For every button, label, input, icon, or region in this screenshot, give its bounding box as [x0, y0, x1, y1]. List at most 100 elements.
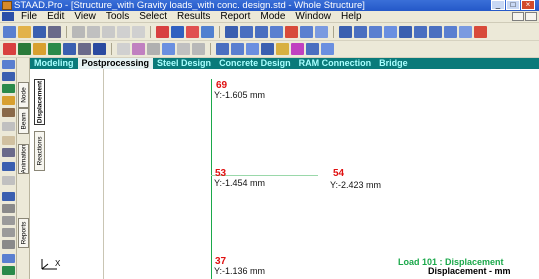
menu-view[interactable]: View [74, 11, 96, 22]
view-icon[interactable] [354, 25, 367, 38]
label-icon[interactable] [216, 43, 229, 55]
table-icon[interactable] [2, 204, 15, 213]
tab-beam[interactable]: Beam [18, 108, 29, 134]
animation-icon[interactable] [246, 43, 259, 55]
fit-icon[interactable] [399, 25, 412, 38]
force-icon[interactable] [177, 43, 190, 55]
beam-member[interactable] [211, 175, 318, 176]
tab-steel-design[interactable]: Steel Design [153, 58, 215, 69]
document-icon[interactable] [2, 12, 14, 21]
tab-ram-connection[interactable]: RAM Connection [295, 58, 376, 69]
refresh-icon[interactable] [306, 43, 319, 55]
section-icon[interactable] [147, 43, 160, 55]
undo-icon[interactable] [117, 25, 130, 38]
iso-view-icon[interactable] [459, 25, 472, 38]
copy-icon[interactable] [87, 25, 100, 38]
query-icon[interactable] [186, 25, 199, 38]
render-icon[interactable] [369, 25, 382, 38]
mdi-close-button[interactable] [525, 12, 537, 21]
menu-edit[interactable]: Edit [47, 11, 64, 22]
page-icon[interactable] [2, 60, 15, 69]
mdi-minimize-button[interactable] [512, 12, 524, 21]
tab-reactions[interactable]: Reactions [34, 131, 45, 171]
maximize-button[interactable]: □ [506, 0, 520, 10]
more-icon[interactable] [474, 25, 487, 38]
paste-icon[interactable] [102, 25, 115, 38]
window-controls: _ □ × [491, 0, 535, 11]
node-cursor-icon[interactable] [18, 43, 31, 55]
surface-cursor-icon[interactable] [63, 43, 76, 55]
zoom-extents-icon[interactable] [270, 25, 283, 38]
design-icon[interactable] [2, 162, 15, 171]
magnify-icon[interactable] [156, 25, 169, 38]
menu-report[interactable]: Report [220, 11, 250, 22]
cut-icon[interactable] [72, 25, 85, 38]
analysis-icon[interactable] [2, 148, 15, 157]
tab-modeling[interactable]: Modeling [30, 58, 78, 69]
solid-cursor-icon[interactable] [48, 43, 61, 55]
list-icon[interactable] [2, 216, 15, 225]
tab-concrete-design[interactable]: Concrete Design [215, 58, 295, 69]
spec-icon[interactable] [2, 108, 15, 117]
menu-results[interactable]: Results [177, 11, 210, 22]
selection-icon[interactable] [93, 43, 106, 55]
output-icon[interactable] [2, 176, 15, 185]
support-icon[interactable] [2, 122, 15, 131]
redo-icon[interactable] [132, 25, 145, 38]
display-icon[interactable] [315, 25, 328, 38]
plot-icon[interactable] [261, 43, 274, 55]
member-query-icon[interactable] [192, 43, 205, 55]
minimize-button[interactable]: _ [491, 0, 505, 10]
menu-help[interactable]: Help [341, 11, 362, 22]
dynamic-zoom-icon[interactable] [300, 25, 313, 38]
structure-icon[interactable] [171, 25, 184, 38]
menu-window[interactable]: Window [295, 11, 331, 22]
pan-icon[interactable] [285, 25, 298, 38]
plate-cursor-icon[interactable] [33, 43, 46, 55]
zoom-in-icon[interactable] [240, 25, 253, 38]
geometry-cursor-icon[interactable] [78, 43, 91, 55]
scale-icon[interactable] [231, 43, 244, 55]
extra-icon[interactable] [321, 43, 334, 55]
menu-select[interactable]: Select [139, 11, 167, 22]
menu-tools[interactable]: Tools [106, 11, 129, 22]
rotate-icon[interactable] [384, 25, 397, 38]
geometry-icon[interactable] [2, 84, 15, 93]
zoom-out-icon[interactable] [255, 25, 268, 38]
beam-cursor-icon[interactable] [3, 43, 16, 55]
result-view-icon[interactable] [2, 266, 15, 275]
tab-postprocessing[interactable]: Postprocessing [77, 58, 154, 69]
setup-icon[interactable] [2, 72, 15, 81]
results-table-icon[interactable] [117, 43, 130, 55]
open-folder-icon[interactable] [18, 25, 31, 38]
zoom-window-icon[interactable] [225, 25, 238, 38]
menu-mode[interactable]: Mode [260, 11, 285, 22]
help-icon[interactable] [201, 25, 214, 38]
front-view-icon[interactable] [414, 25, 427, 38]
print-icon[interactable] [48, 25, 61, 38]
grid-icon[interactable] [2, 228, 15, 237]
tab-displacement[interactable]: Displacement [34, 79, 45, 125]
tab-reports[interactable]: Reports [18, 218, 29, 248]
structure-view-canvas[interactable]: 69 Y:-1.605 mm 53 Y:-1.454 mm 54 Y:-2.42… [104, 69, 539, 279]
menu-file[interactable]: File [21, 11, 37, 22]
close-button[interactable]: × [521, 0, 535, 10]
stress-icon[interactable] [162, 43, 175, 55]
report-icon[interactable] [276, 43, 289, 55]
view-list-icon[interactable] [2, 254, 15, 263]
window-icon[interactable] [339, 25, 352, 38]
tab-animation[interactable]: Animation [18, 144, 29, 174]
tab-bridge[interactable]: Bridge [375, 58, 412, 69]
deflection-icon[interactable] [132, 43, 145, 55]
mode-icon[interactable] [291, 43, 304, 55]
chart-icon[interactable] [2, 192, 15, 201]
report-list-icon[interactable] [2, 240, 15, 249]
new-file-icon[interactable] [3, 25, 16, 38]
save-icon[interactable] [33, 25, 46, 38]
column-member[interactable] [211, 79, 212, 279]
property-icon[interactable] [2, 96, 15, 105]
top-view-icon[interactable] [429, 25, 442, 38]
tab-node[interactable]: Node [18, 82, 29, 108]
load-icon[interactable] [2, 136, 15, 145]
side-view-icon[interactable] [444, 25, 457, 38]
